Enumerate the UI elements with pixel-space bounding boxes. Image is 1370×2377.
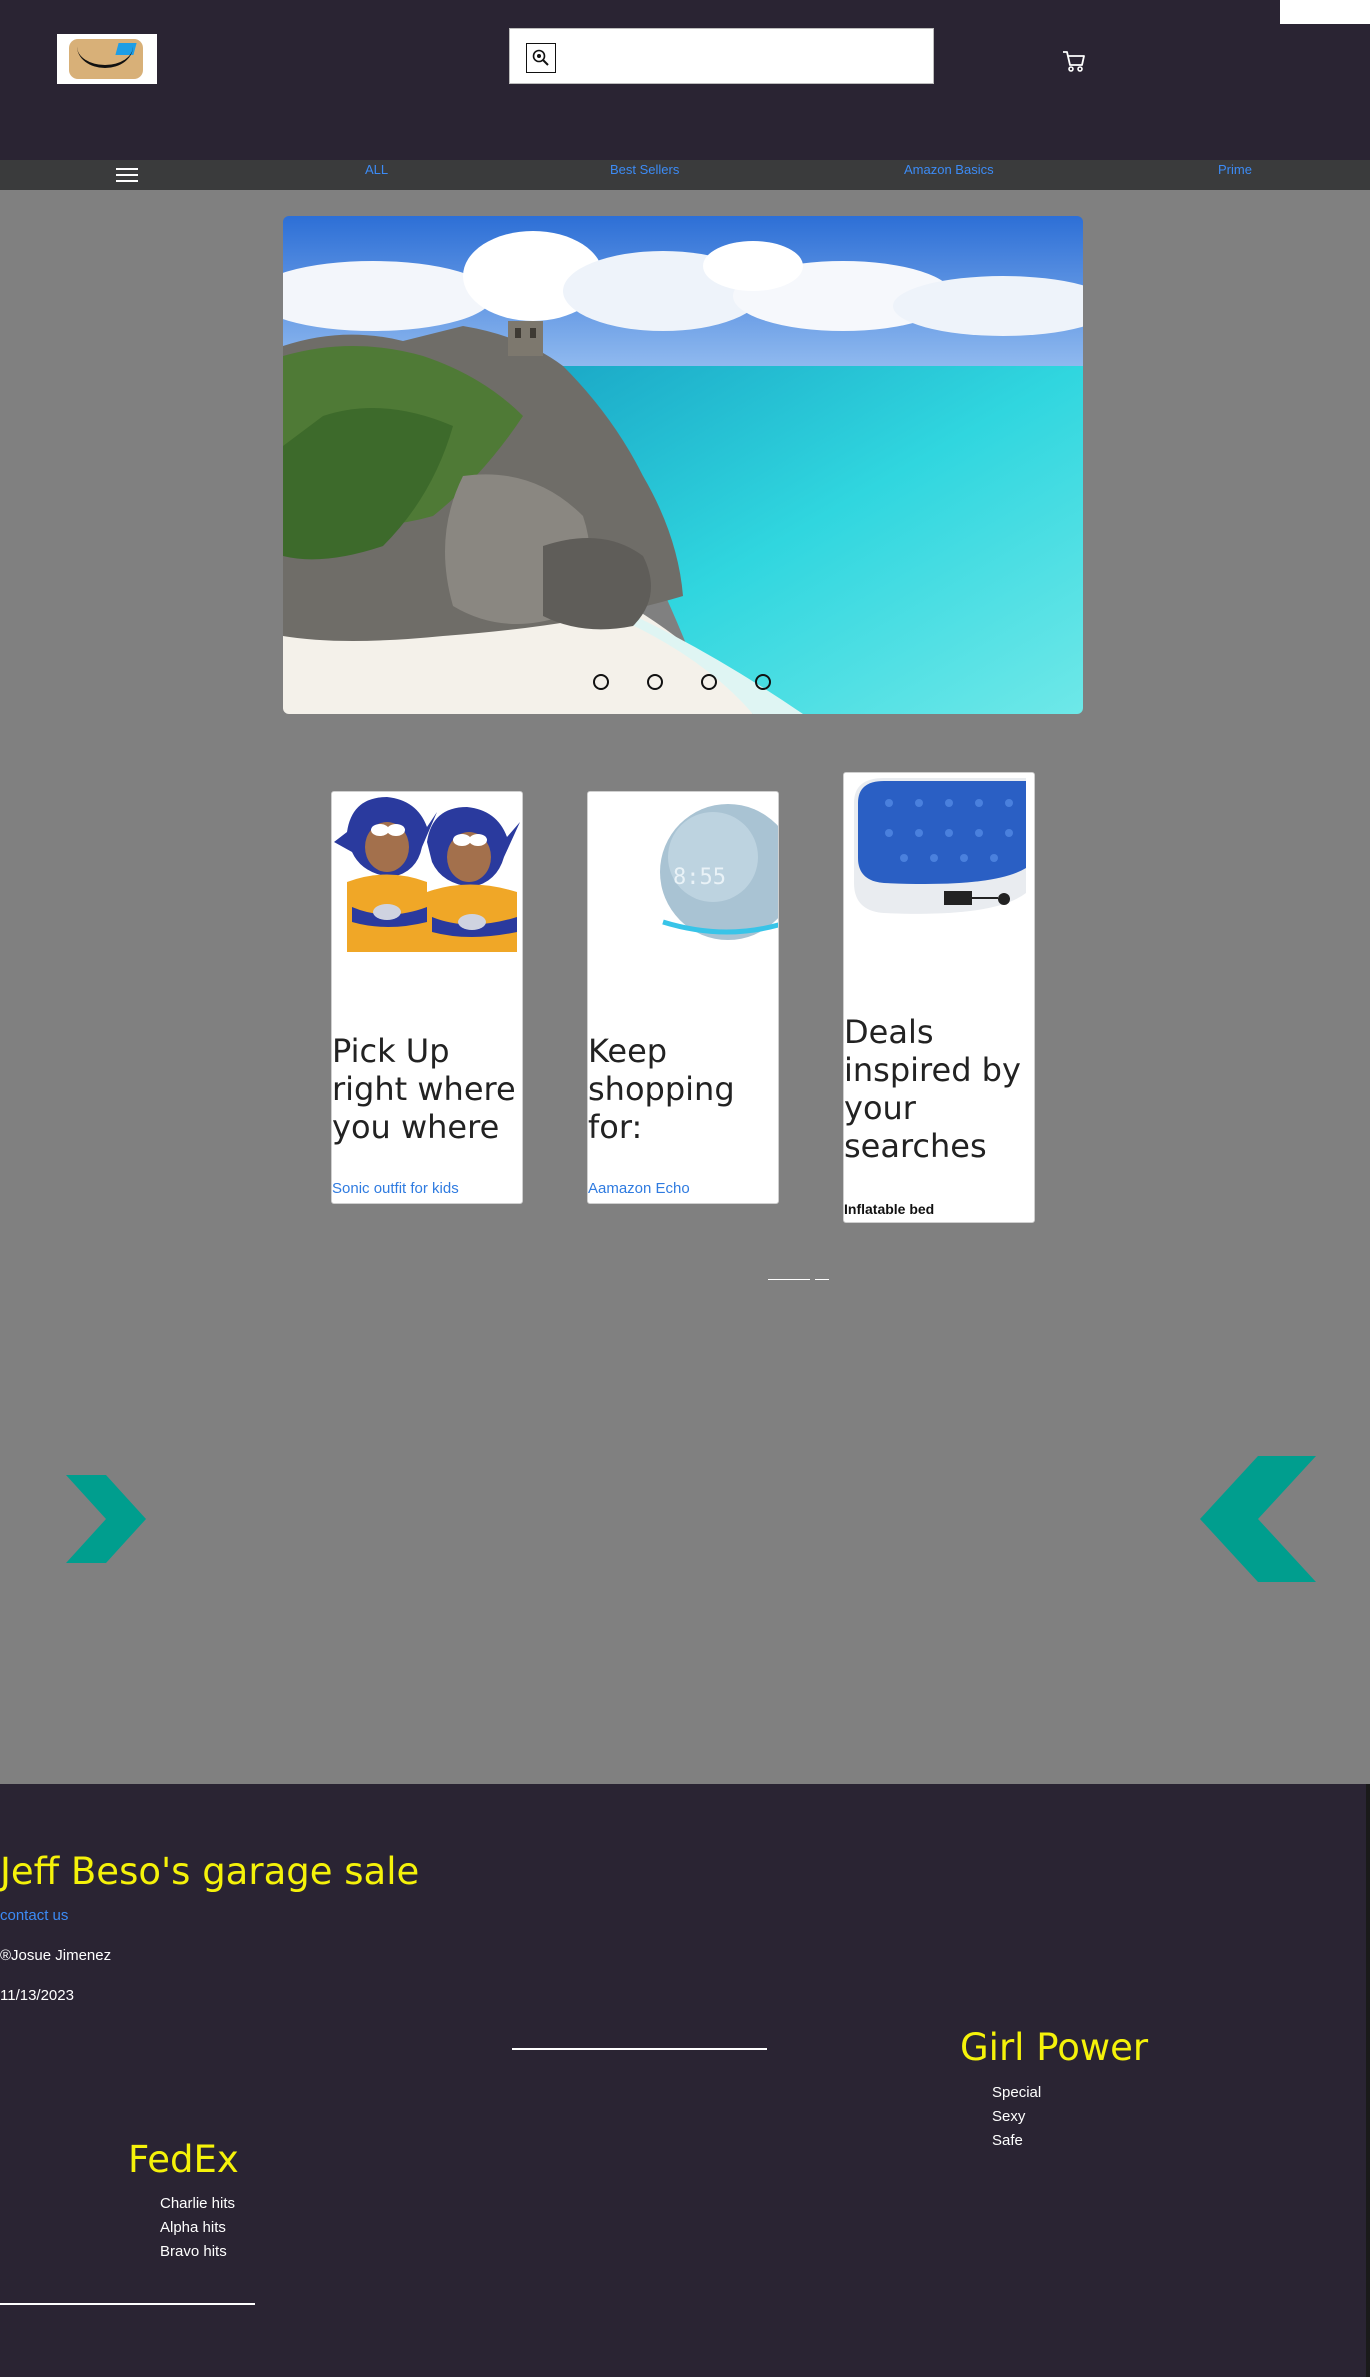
card-title: Pick Up right where you where (332, 1032, 516, 1146)
beach-picture (283, 216, 1083, 714)
echo-speaker-image: 8:55 (588, 792, 778, 952)
left-arrow-icon[interactable] (1200, 1456, 1318, 1582)
search-icon (532, 49, 549, 66)
card-title: Keep shopping for: (588, 1032, 735, 1146)
fedex-heading: FedEx (128, 2138, 239, 2181)
carousel-dot-3[interactable] (701, 674, 717, 690)
list-item: Bravo hits (160, 2243, 227, 2260)
nav-link-prime[interactable]: Prime (1218, 162, 1252, 177)
carousel-dot-2[interactable] (647, 674, 663, 690)
amazon-logo[interactable] (57, 34, 157, 84)
search-bar (509, 28, 934, 84)
hamburger-icon[interactable] (116, 164, 138, 186)
nav-link-amazon-basics[interactable]: Amazon Basics (904, 162, 994, 177)
contact-link[interactable]: contact us (0, 1907, 68, 1924)
carousel-dot-1[interactable] (593, 674, 609, 690)
footer-divider-line (0, 2303, 255, 2305)
list-item: Alpha hits (160, 2219, 226, 2236)
girl-power-heading: Girl Power (960, 2026, 1149, 2069)
card-caption: Inflatable bed (844, 1201, 935, 1217)
list-item: Charlie hits (160, 2195, 236, 2212)
svg-text:8:55: 8:55 (673, 865, 726, 890)
search-input[interactable] (566, 35, 928, 79)
search-button[interactable] (526, 43, 556, 73)
footer-title: Jeff Beso's garage sale (0, 1850, 420, 1893)
footer-edge (1366, 1784, 1370, 2377)
sonic-outfit-image (332, 792, 522, 952)
list-item: Sexy (992, 2108, 1026, 2125)
card-title: Deals inspired by your searches (844, 1013, 1021, 1165)
divider-line (815, 1279, 829, 1280)
hero-banner-image (283, 216, 1083, 714)
footer-date: 11/13/2023 (0, 1987, 74, 2004)
product-card-echo[interactable]: 8:55 Keep shopping for: Aamazon Echo (587, 791, 779, 1204)
copyright-text: ®Josue Jimenez (0, 1947, 112, 1964)
footer-divider-line (512, 2048, 767, 2050)
cart-button[interactable] (1060, 47, 1088, 75)
nav-bar (0, 160, 1370, 190)
right-arrow-icon[interactable] (64, 1475, 148, 1563)
card-link[interactable]: Aamazon Echo (588, 1180, 690, 1197)
nav-link-all[interactable]: ALL (365, 162, 388, 177)
girl-power-list: Special Sexy Safe (992, 2081, 1041, 2153)
list-item: Safe (992, 2132, 1023, 2149)
product-card-inflatable-bed[interactable]: Deals inspired by your searches Inflatab… (843, 772, 1035, 1223)
card-link[interactable]: Sonic outfit for kids (332, 1180, 459, 1197)
fedex-list: Charlie hits Alpha hits Bravo hits (160, 2192, 235, 2264)
carousel-dot-4[interactable] (755, 674, 771, 690)
box-icon (69, 39, 143, 79)
corner-white-box (1280, 0, 1370, 24)
list-item: Special (992, 2084, 1042, 2101)
nav-link-best-sellers[interactable]: Best Sellers (610, 162, 679, 177)
cart-icon (1063, 51, 1085, 72)
product-card-sonic[interactable]: Pick Up right where you where Sonic outf… (331, 791, 523, 1204)
inflatable-bed-image (844, 773, 1034, 933)
divider-line (768, 1279, 810, 1280)
